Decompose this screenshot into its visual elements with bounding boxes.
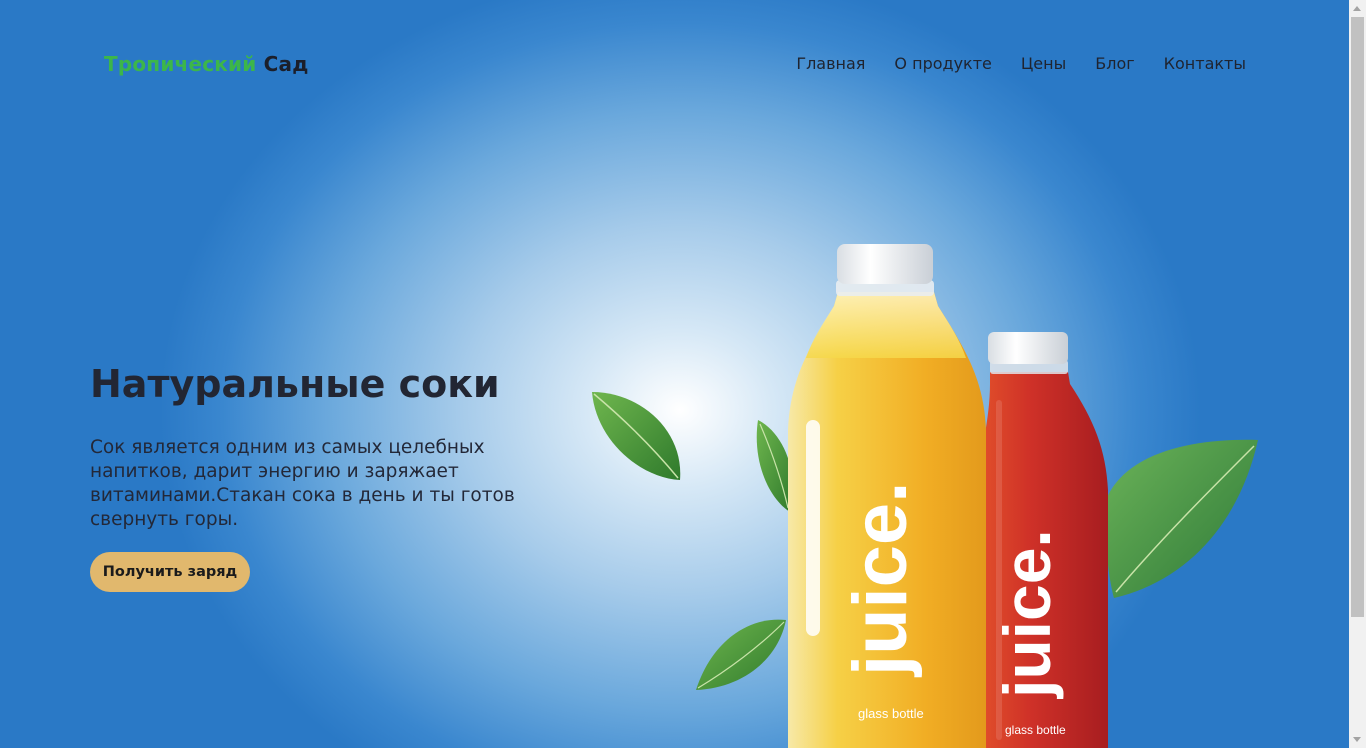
nav-item-prices[interactable]: Цены <box>1021 54 1066 73</box>
yellow-bottle-caption: glass bottle <box>858 706 924 721</box>
hero-title: Натуральные соки <box>90 362 500 406</box>
scroll-down-arrow-icon[interactable] <box>1353 737 1361 742</box>
red-bottle-brand: juice. <box>990 529 1064 700</box>
vertical-scrollbar[interactable] <box>1349 0 1366 748</box>
yellow-juice-bottle: juice. glass bottle <box>788 244 986 748</box>
leaf-left-bottom <box>696 619 786 690</box>
yellow-bottle-brand: juice. <box>838 482 923 678</box>
nav-item-about[interactable]: О продукте <box>894 54 991 73</box>
red-bottle-caption: glass bottle <box>1005 723 1066 737</box>
site-logo[interactable]: Тропический Сад <box>104 52 309 76</box>
logo-word-tropical: Тропический <box>104 52 257 76</box>
landing-page: Тропический Сад Главная О продукте Цены … <box>0 0 1349 748</box>
hero-description: Сок является одним из самых целебных нап… <box>90 437 515 530</box>
leaf-left-top <box>592 392 681 480</box>
nav-item-contacts[interactable]: Контакты <box>1164 54 1246 73</box>
nav-item-home[interactable]: Главная <box>796 54 865 73</box>
red-juice-bottle: juice. glass bottle <box>978 332 1108 748</box>
leaf-right <box>1105 439 1258 598</box>
nav-item-blog[interactable]: Блог <box>1095 54 1134 73</box>
get-charge-button[interactable]: Получить заряд <box>90 552 250 592</box>
juice-bottles-image: juice. glass bottle juice. glass bottle <box>592 244 1258 748</box>
logo-word-garden: Сад <box>263 52 309 76</box>
main-nav: Главная О продукте Цены Блог Контакты <box>796 54 1246 73</box>
scroll-up-arrow-icon[interactable] <box>1353 6 1361 11</box>
leaf-left-middle <box>756 420 793 512</box>
scrollbar-thumb[interactable] <box>1351 17 1364 617</box>
